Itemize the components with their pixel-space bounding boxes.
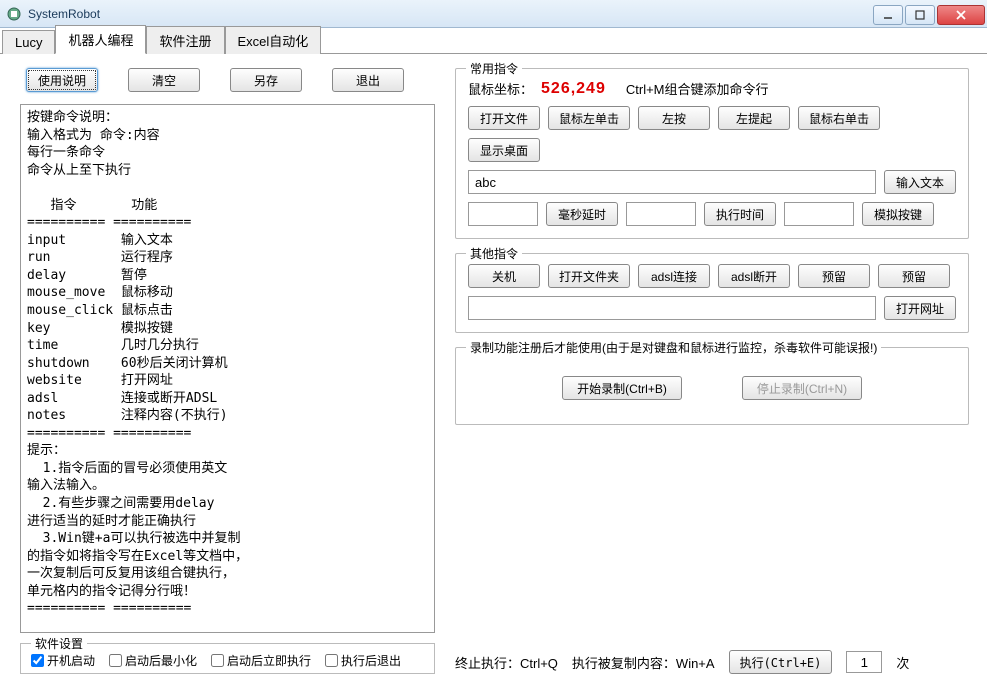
mouse-right-click-button[interactable]: 鼠标右单击 bbox=[798, 106, 880, 130]
clear-button[interactable]: 清空 bbox=[128, 68, 200, 92]
tabbar: Lucy 机器人编程 软件注册 Excel自动化 bbox=[0, 28, 987, 54]
minimize-button[interactable] bbox=[873, 5, 903, 25]
record-panel: 录制功能注册后才能使用(由于是对键盘和鼠标进行监控，杀毒软件可能误报!) 开始录… bbox=[455, 347, 969, 425]
sim-key-button[interactable]: 模拟按键 bbox=[862, 202, 934, 226]
adsl-disconnect-button[interactable]: adsl断开 bbox=[718, 264, 790, 288]
delay-input[interactable] bbox=[468, 202, 538, 226]
tab-excel-automation[interactable]: Excel自动化 bbox=[225, 26, 322, 54]
sim-key-input[interactable] bbox=[784, 202, 854, 226]
script-textarea[interactable] bbox=[21, 105, 434, 632]
tab-software-register[interactable]: 软件注册 bbox=[146, 26, 224, 54]
coord-label: 鼠标坐标： bbox=[468, 79, 533, 98]
chk-exit-after[interactable]: 执行后退出 bbox=[325, 652, 401, 669]
ms-delay-button[interactable]: 毫秒延时 bbox=[546, 202, 618, 226]
record-legend: 录制功能注册后才能使用(由于是对键盘和鼠标进行监控，杀毒软件可能误报!) bbox=[466, 339, 881, 356]
start-record-button[interactable]: 开始录制(Ctrl+B) bbox=[562, 376, 682, 400]
open-url-button[interactable]: 打开网址 bbox=[884, 296, 956, 320]
text-input[interactable] bbox=[468, 170, 876, 194]
mouse-left-click-button[interactable]: 鼠标左单击 bbox=[548, 106, 630, 130]
window-title: SystemRobot bbox=[28, 7, 100, 21]
shutdown-button[interactable]: 关机 bbox=[468, 264, 540, 288]
tab-lucy[interactable]: Lucy bbox=[2, 30, 55, 54]
adsl-connect-button[interactable]: adsl连接 bbox=[638, 264, 710, 288]
open-folder-button[interactable]: 打开文件夹 bbox=[548, 264, 630, 288]
tab-robot-programming[interactable]: 机器人编程 bbox=[55, 25, 146, 54]
close-button[interactable] bbox=[937, 5, 985, 25]
maximize-button[interactable] bbox=[905, 5, 935, 25]
stop-hint: 终止执行：Ctrl+Q bbox=[455, 653, 558, 672]
app-icon bbox=[6, 6, 22, 22]
input-text-button[interactable]: 输入文本 bbox=[884, 170, 956, 194]
times-label: 次 bbox=[896, 653, 909, 672]
reserved-button-1[interactable]: 预留 bbox=[798, 264, 870, 288]
exec-time-input[interactable] bbox=[626, 202, 696, 226]
left-press-button[interactable]: 左按 bbox=[638, 106, 710, 130]
other-commands-panel: 其他指令 关机 打开文件夹 adsl连接 adsl断开 预留 预留 打开网址 bbox=[455, 253, 969, 333]
exit-button[interactable]: 退出 bbox=[332, 68, 404, 92]
reserved-button-2[interactable]: 预留 bbox=[878, 264, 950, 288]
exec-time-button[interactable]: 执行时间 bbox=[704, 202, 776, 226]
other-legend: 其他指令 bbox=[466, 245, 522, 262]
exec-count-input[interactable] bbox=[846, 651, 882, 673]
titlebar: SystemRobot bbox=[0, 0, 987, 28]
left-release-button[interactable]: 左提起 bbox=[718, 106, 790, 130]
coord-hint: Ctrl+M组合键添加命令行 bbox=[626, 79, 769, 98]
settings-legend: 软件设置 bbox=[31, 635, 87, 652]
instructions-button[interactable]: 使用说明 bbox=[26, 68, 98, 92]
url-input[interactable] bbox=[468, 296, 876, 320]
stop-record-button[interactable]: 停止录制(Ctrl+N) bbox=[742, 376, 862, 400]
chk-startup[interactable]: 开机启动 bbox=[31, 652, 95, 669]
saveas-button[interactable]: 另存 bbox=[230, 68, 302, 92]
execute-button[interactable]: 执行(Ctrl+E) bbox=[729, 650, 833, 674]
common-commands-panel: 常用指令 鼠标坐标： 526,249 Ctrl+M组合键添加命令行 打开文件 鼠… bbox=[455, 68, 969, 239]
footer-row: 终止执行：Ctrl+Q 执行被复制内容：Win+A 执行(Ctrl+E) 次 bbox=[455, 650, 969, 674]
chk-minimize[interactable]: 启动后最小化 bbox=[109, 652, 197, 669]
chk-run-now[interactable]: 启动后立即执行 bbox=[211, 652, 311, 669]
common-legend: 常用指令 bbox=[466, 60, 522, 77]
open-file-button[interactable]: 打开文件 bbox=[468, 106, 540, 130]
show-desktop-button[interactable]: 显示桌面 bbox=[468, 138, 540, 162]
coord-value: 526,249 bbox=[541, 80, 606, 98]
repeat-hint: 执行被复制内容：Win+A bbox=[572, 653, 715, 672]
